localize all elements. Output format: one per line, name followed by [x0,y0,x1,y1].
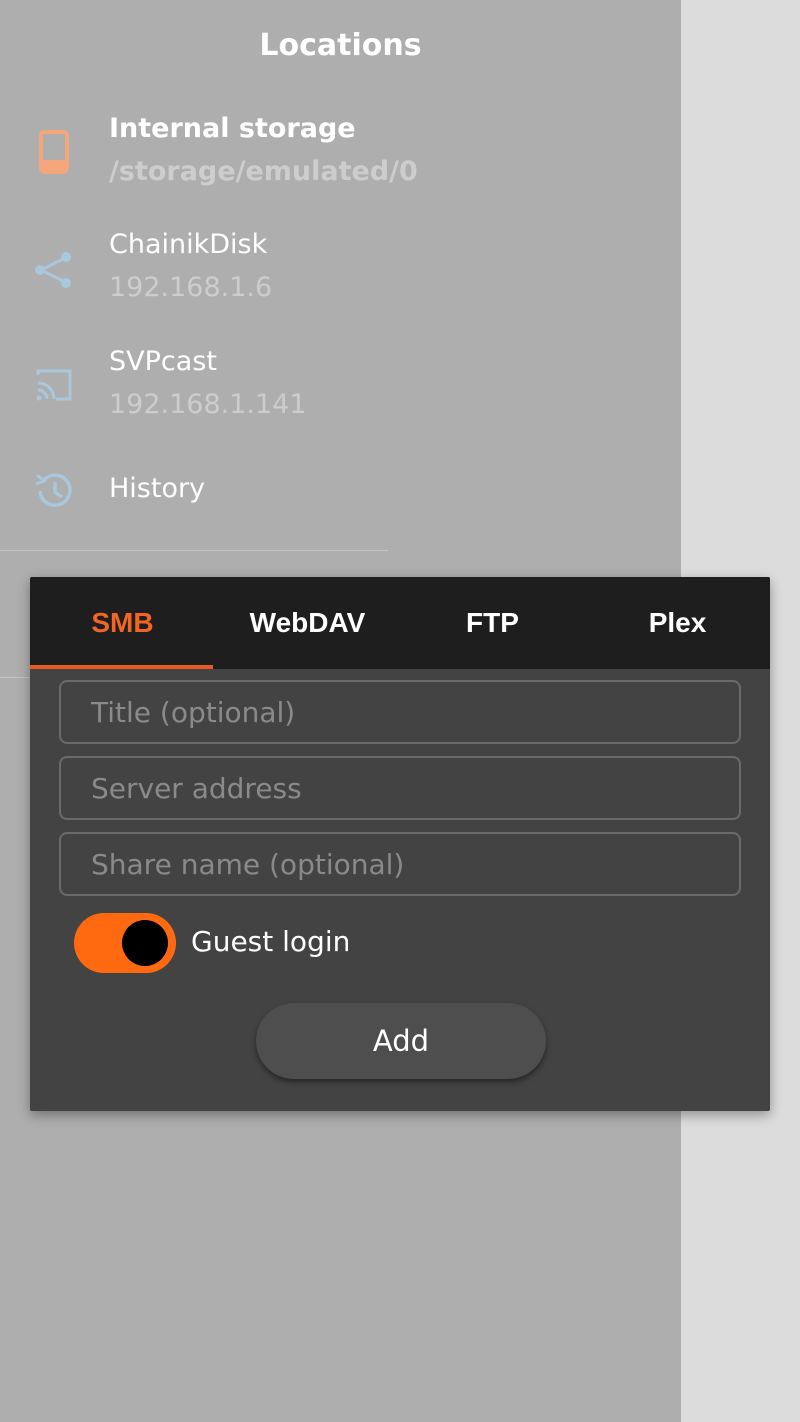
add-server-dialog: SMB WebDAV FTP Plex Guest login Add [30,577,770,1111]
tab-ftp[interactable]: FTP [400,577,585,669]
location-item-internal-storage[interactable]: Internal storage /storage/emulated/0 [0,108,681,218]
share-name-input[interactable] [59,832,741,896]
location-path: /storage/emulated/0 [109,156,418,187]
active-tab-indicator [30,665,213,669]
toggle-knob [122,920,168,966]
drawer-title: Locations [259,28,422,63]
phone-icon [39,130,69,174]
tab-webdav[interactable]: WebDAV [215,577,400,669]
drawer-divider [0,550,388,551]
add-button[interactable]: Add [256,1003,546,1079]
drawer-divider [0,677,30,678]
cast-icon [36,369,72,401]
location-name: SVPcast [109,346,217,377]
share-network-icon [35,252,71,288]
guest-login-toggle[interactable] [74,913,176,973]
protocol-tabs: SMB WebDAV FTP Plex [30,577,770,669]
title-input[interactable] [59,680,741,744]
location-name: Internal storage [109,113,356,144]
tab-plex[interactable]: Plex [585,577,770,669]
tab-smb[interactable]: SMB [30,577,215,669]
location-address: 192.168.1.141 [109,389,307,420]
guest-login-label: Guest login [191,925,351,958]
server-address-input[interactable] [59,756,741,820]
location-name: History [109,473,206,504]
location-item-history[interactable]: History [0,460,681,530]
location-address: 192.168.1.6 [109,272,273,303]
location-item-chainikdisk[interactable]: ChainikDisk 192.168.1.6 [0,224,681,334]
history-icon [35,473,72,507]
location-name: ChainikDisk [109,229,268,260]
location-item-svpcast[interactable]: SVPcast 192.168.1.141 [0,341,681,451]
